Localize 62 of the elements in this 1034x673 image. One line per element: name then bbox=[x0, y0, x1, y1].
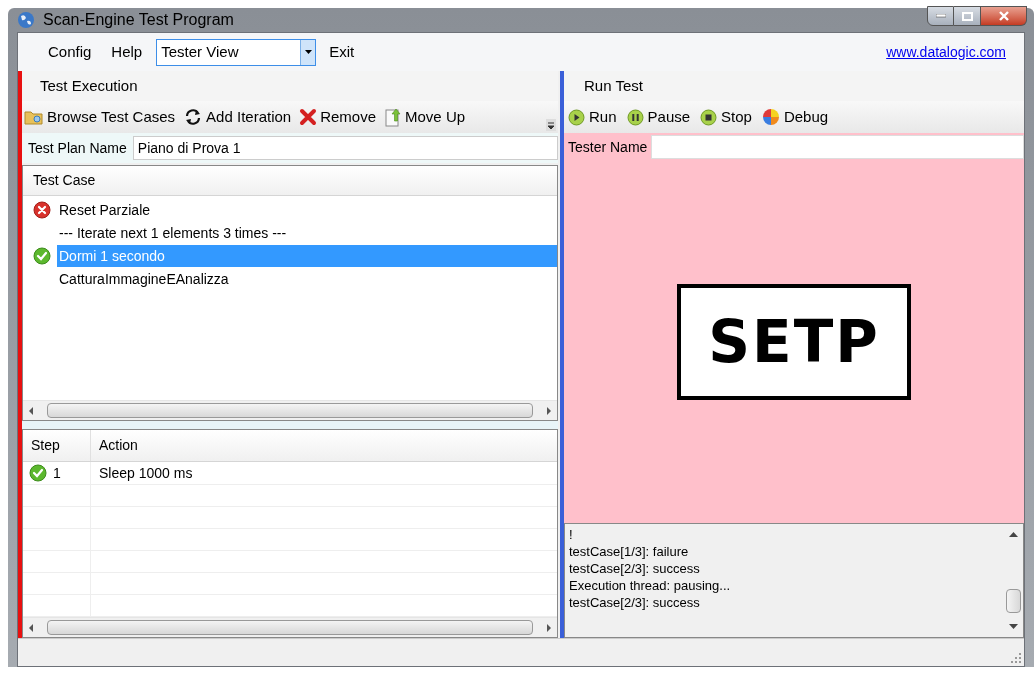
display-text: SETP bbox=[708, 306, 880, 378]
scroll-thumb[interactable] bbox=[47, 403, 533, 418]
tester-name-field[interactable] bbox=[651, 135, 1024, 159]
toolbar-button[interactable]: Add Iteration bbox=[183, 105, 292, 129]
scroll-left-icon[interactable] bbox=[27, 622, 35, 633]
minimize-icon bbox=[935, 14, 946, 18]
scroll-thumb[interactable] bbox=[47, 620, 533, 635]
view-dropdown[interactable]: Tester View bbox=[156, 38, 317, 66]
resize-grip-icon[interactable] bbox=[1011, 653, 1021, 663]
toolbar-button[interactable]: Browse Test Cases bbox=[24, 105, 176, 129]
globe-icon bbox=[17, 11, 35, 29]
plan-name-field[interactable]: Piano di Prova 1 bbox=[132, 136, 558, 160]
toolbar-button[interactable]: Stop bbox=[700, 105, 752, 129]
table-cell-text: 1 bbox=[53, 463, 61, 483]
log-line: testCase[2/3]: success bbox=[569, 560, 701, 577]
test-case-item[interactable]: --- Iterate next 1 elements 3 times --- bbox=[57, 221, 557, 244]
column-header[interactable]: Step bbox=[23, 430, 91, 461]
log-line: testCase[2/3]: success bbox=[569, 594, 701, 611]
pause-icon bbox=[626, 108, 644, 126]
column-header[interactable]: Action bbox=[91, 430, 557, 461]
stop-icon bbox=[700, 108, 718, 126]
scroll-thumb[interactable] bbox=[1005, 588, 1021, 613]
scroll-right-icon[interactable] bbox=[545, 622, 553, 633]
move-up-icon bbox=[384, 107, 403, 127]
toolbar-button[interactable]: Debug bbox=[761, 105, 829, 129]
toolbar-button[interactable]: Remove bbox=[299, 105, 377, 129]
menu-item[interactable]: Exit bbox=[316, 40, 368, 64]
folder-icon bbox=[24, 109, 44, 125]
panel-title: Test Execution bbox=[40, 75, 138, 96]
maximize-button[interactable] bbox=[954, 6, 981, 26]
window-title: Scan-Engine Test Program bbox=[43, 10, 234, 30]
scroll-up-icon[interactable] bbox=[1008, 532, 1018, 537]
log-line: ! bbox=[569, 526, 574, 543]
dropdown-value: Tester View bbox=[160, 41, 240, 62]
toolbar-button[interactable]: Run bbox=[568, 105, 617, 129]
scroll-left-icon[interactable] bbox=[27, 405, 35, 416]
remove-icon bbox=[299, 108, 318, 126]
caret-icon bbox=[304, 50, 312, 54]
scroll-down-icon[interactable] bbox=[1008, 624, 1018, 629]
field-label: Tester Name bbox=[568, 137, 648, 157]
horizontal-scrollbar[interactable] bbox=[23, 617, 557, 637]
play-icon bbox=[568, 108, 585, 126]
close-button[interactable] bbox=[981, 6, 1027, 26]
menu-item[interactable]: Config bbox=[38, 40, 102, 64]
maximize-icon bbox=[961, 11, 973, 21]
test-case-item[interactable]: CatturaImmagineEAnalizza bbox=[57, 267, 557, 290]
table-cell-text: Sleep 1000 ms bbox=[99, 463, 193, 483]
toolbar-button[interactable]: Move Up bbox=[384, 105, 466, 129]
website-link[interactable]: www.datalogic.com bbox=[886, 41, 1006, 63]
menu-item[interactable]: Help bbox=[101, 40, 153, 64]
horizontal-scrollbar[interactable] bbox=[23, 400, 557, 420]
panel-title: Run Test bbox=[584, 75, 643, 96]
color-wheel-icon bbox=[761, 108, 780, 126]
log-line: testCase[1/3]: failure bbox=[569, 543, 690, 560]
field-label: Test Plan Name bbox=[28, 138, 127, 158]
log-line: Execution thread: pausing... bbox=[569, 577, 732, 594]
test-case-item[interactable]: Reset Parziale bbox=[57, 198, 557, 221]
close-icon bbox=[997, 11, 1010, 21]
toolbar-button[interactable]: Pause bbox=[626, 105, 691, 129]
scroll-right-icon[interactable] bbox=[545, 405, 553, 416]
minimize-button[interactable] bbox=[927, 6, 954, 26]
overflow-icon[interactable] bbox=[546, 119, 556, 131]
